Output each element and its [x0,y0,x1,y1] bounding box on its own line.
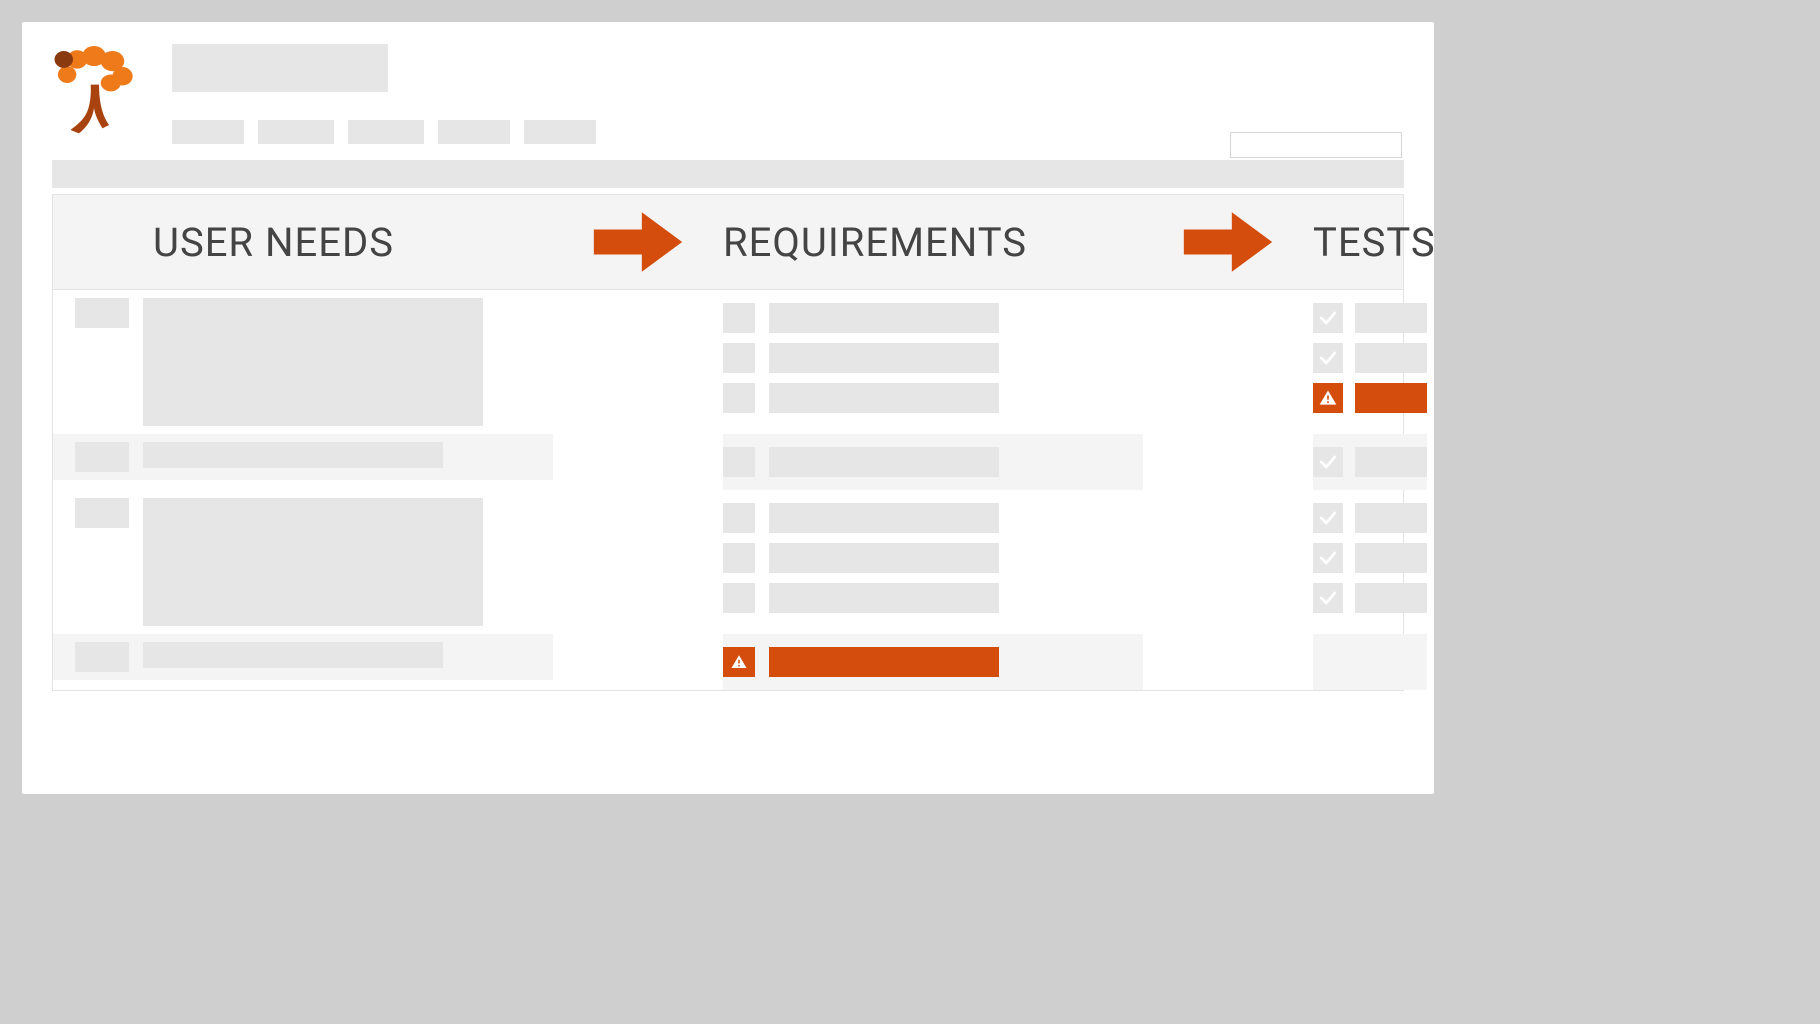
check-icon [1313,447,1343,477]
check-icon [1313,543,1343,573]
user-need-body-placeholder [143,442,443,468]
arrow-right-icon [1143,207,1313,277]
requirement-item[interactable] [723,538,1143,578]
arrow-right-icon [553,207,723,277]
requirement-item[interactable] [723,498,1143,538]
requirement-body-placeholder [769,647,999,677]
test-item[interactable] [1313,442,1427,482]
requirement-id-placeholder [723,583,755,613]
search-input[interactable] [1230,132,1402,158]
check-icon [1313,503,1343,533]
nav-item[interactable] [258,120,334,144]
requirement-body-placeholder [769,503,999,533]
user-need-body-placeholder [143,298,483,426]
test-body-placeholder [1355,383,1427,413]
test-item[interactable] [1313,538,1427,578]
requirement-id-placeholder [723,343,755,373]
requirement-body-placeholder [769,343,999,373]
test-body-placeholder [1355,543,1427,573]
requirement-body-placeholder [769,447,999,477]
page-title-placeholder [172,44,388,92]
requirement-item[interactable] [723,642,1143,682]
test-item[interactable] [1313,498,1427,538]
requirement-item[interactable] [723,298,1143,338]
tree-logo [52,36,136,144]
requirement-body-placeholder [769,583,999,613]
column-tests: TESTS [1313,219,1436,266]
requirement-item[interactable] [723,578,1143,618]
nav-item[interactable] [524,120,596,144]
warning-triangle-icon [1313,383,1343,413]
test-item[interactable] [1313,338,1427,378]
check-icon [1313,303,1343,333]
requirement-item[interactable] [723,442,1143,482]
test-body-placeholder [1355,583,1427,613]
header [52,36,1404,144]
user-need-item[interactable] [53,634,553,680]
nav-item[interactable] [348,120,424,144]
user-need-item[interactable] [53,490,553,634]
column-requirements: REQUIREMENTS [723,219,1143,266]
user-need-id-placeholder [75,642,129,672]
requirement-item[interactable] [723,338,1143,378]
column-user-needs: USER NEEDS [53,219,553,266]
user-need-body-placeholder [143,498,483,626]
check-icon [1313,343,1343,373]
column-headers: USER NEEDS REQUIREMENTS TESTS [53,195,1403,290]
test-item[interactable] [1313,378,1427,418]
nav-row [172,120,1404,144]
user-need-item[interactable] [53,434,553,480]
user-need-id-placeholder [75,442,129,472]
requirement-id-placeholder [723,383,755,413]
nav-item[interactable] [172,120,244,144]
test-body-placeholder [1355,303,1427,333]
test-item[interactable] [1313,578,1427,618]
check-icon [1313,583,1343,613]
user-need-body-placeholder [143,642,443,668]
user-need-item[interactable] [53,290,553,434]
toolbar-placeholder [52,160,1404,188]
requirement-item[interactable] [723,378,1143,418]
requirement-body-placeholder [769,383,999,413]
test-item[interactable] [1313,298,1427,338]
requirement-body-placeholder [769,303,999,333]
user-need-id-placeholder [75,298,129,328]
requirement-id-placeholder [723,543,755,573]
trace-matrix: USER NEEDS REQUIREMENTS TESTS [52,194,1404,691]
nav-item[interactable] [438,120,510,144]
requirement-id-placeholder [723,447,755,477]
test-body-placeholder [1355,343,1427,373]
test-body-placeholder [1355,503,1427,533]
requirement-body-placeholder [769,543,999,573]
warning-triangle-icon [723,647,755,677]
requirement-id-placeholder [723,303,755,333]
requirement-id-placeholder [723,503,755,533]
user-need-id-placeholder [75,498,129,528]
test-body-placeholder [1355,447,1427,477]
app-frame: USER NEEDS REQUIREMENTS TESTS [22,22,1434,794]
header-content [172,36,1404,144]
